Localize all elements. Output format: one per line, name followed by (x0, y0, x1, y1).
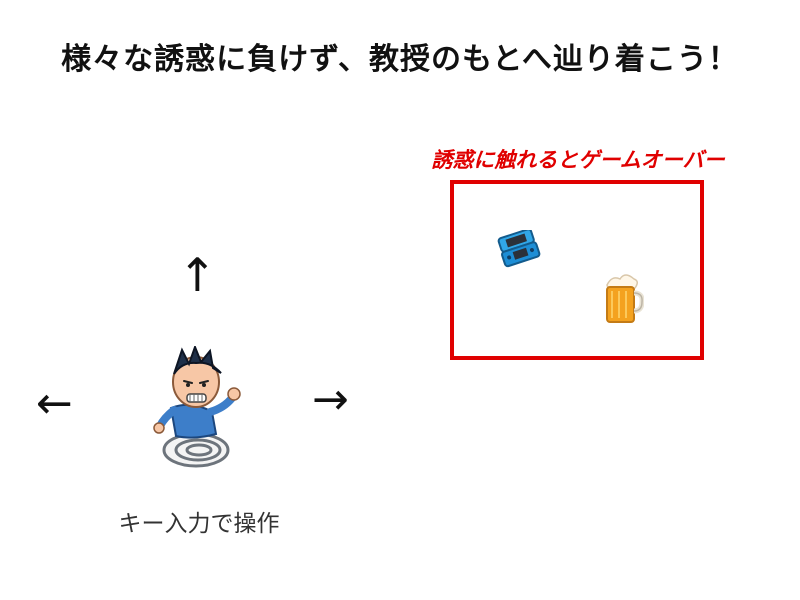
temptation-game-console (496, 228, 542, 268)
running-student-icon (153, 344, 241, 468)
game-over-warning: 誘惑に触れるとゲームオーバー (431, 148, 725, 172)
temptation-beer (600, 270, 645, 326)
arrow-right-icon: → (312, 374, 349, 425)
handheld-game-console-icon (497, 228, 541, 268)
temptation-zone (450, 180, 704, 360)
controls-caption: キー入力で操作 (118, 511, 280, 537)
page-title: 様々な誘惑に負けず、教授のもとへ辿り着こう！ (61, 42, 739, 77)
beer-mug-icon (606, 274, 645, 323)
arrow-up-icon: ↑ (178, 248, 217, 302)
arrow-left-icon: ← (36, 378, 73, 429)
player-character (146, 344, 246, 474)
